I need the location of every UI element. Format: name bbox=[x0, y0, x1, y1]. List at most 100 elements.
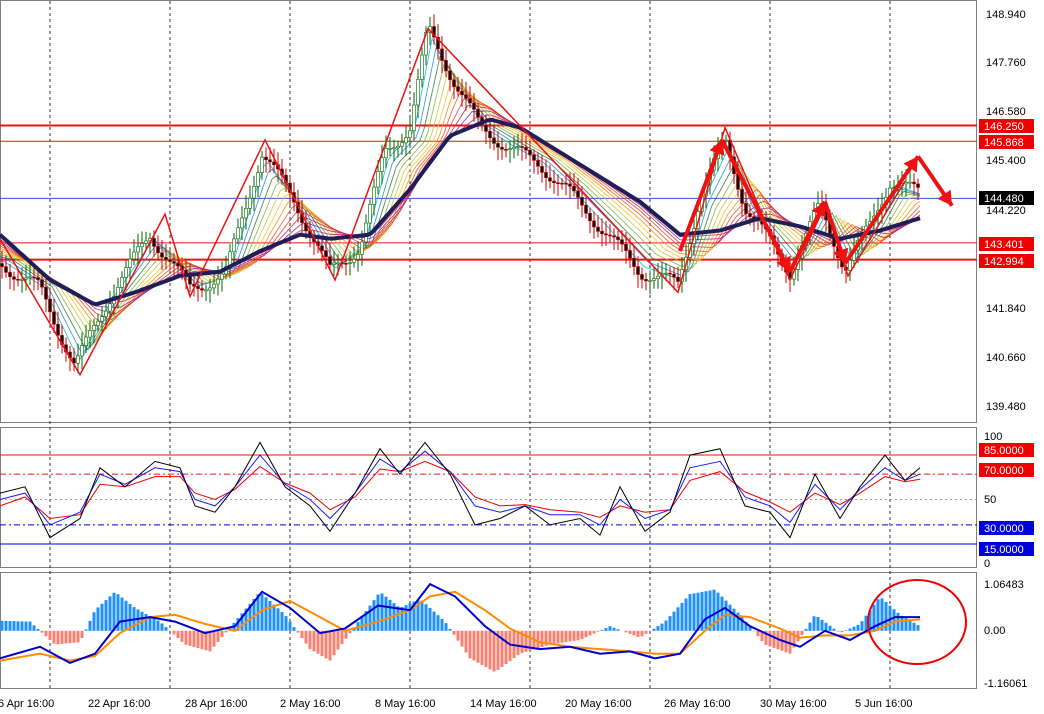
macd-hist-bar bbox=[808, 622, 812, 631]
macd-hist-bar bbox=[480, 630, 484, 665]
candle-body bbox=[440, 48, 444, 61]
macd-hist-bar bbox=[568, 630, 572, 642]
macd-hist-bar bbox=[560, 630, 564, 643]
macd-hist-bar bbox=[604, 628, 608, 631]
candle-body bbox=[560, 182, 564, 185]
macd-hist-bar bbox=[52, 630, 56, 644]
macd-hist-bar bbox=[892, 609, 896, 631]
candle-body bbox=[388, 148, 392, 150]
candle-body bbox=[352, 258, 356, 263]
macd-hist-bar bbox=[600, 629, 604, 631]
macd-hist-bar bbox=[508, 630, 512, 662]
candle-body bbox=[616, 236, 620, 240]
tag-resistance-top: 146.250 bbox=[984, 121, 1024, 133]
macd-hist-bar bbox=[880, 598, 884, 631]
candle-body bbox=[408, 130, 412, 138]
candle-body bbox=[380, 157, 384, 172]
candle-body bbox=[536, 160, 540, 167]
candle-body bbox=[24, 277, 28, 280]
macd-hist-bar bbox=[312, 630, 316, 652]
candle-body bbox=[572, 185, 576, 192]
candle-body bbox=[116, 287, 120, 297]
macd-hist-bar bbox=[336, 630, 340, 650]
macd-hist-bar bbox=[860, 621, 864, 631]
candle-body bbox=[52, 311, 56, 325]
macd-hist-bar bbox=[680, 602, 684, 631]
macd-hist-bar bbox=[400, 607, 404, 631]
macd-hist-bar bbox=[104, 600, 108, 631]
candle-body bbox=[444, 60, 448, 72]
time-tick: 26 May 16:00 bbox=[664, 698, 731, 710]
macd-hist-bar bbox=[524, 630, 528, 652]
candle-body bbox=[44, 286, 48, 300]
macd-hist-bar bbox=[572, 630, 576, 641]
macd-hist-bar bbox=[44, 630, 48, 637]
macd-hist-bar bbox=[824, 622, 828, 631]
macd-hist-bar bbox=[612, 627, 616, 631]
macd-hist-bar bbox=[484, 630, 488, 668]
macd-hist-bar bbox=[124, 600, 128, 631]
candle-body bbox=[612, 235, 616, 238]
candle-body bbox=[28, 276, 32, 279]
macd-hist-bar bbox=[452, 630, 456, 635]
macd-hist-bar bbox=[0, 620, 4, 631]
price-tick: 140.660 bbox=[986, 352, 1026, 364]
candle-body bbox=[448, 70, 452, 81]
time-tick: 20 May 16:00 bbox=[565, 698, 632, 710]
macd-hist-bar bbox=[320, 630, 324, 656]
candle-body bbox=[220, 273, 224, 280]
candle-body bbox=[580, 197, 584, 206]
candle-body bbox=[552, 180, 556, 184]
macd-hist-bar bbox=[188, 630, 192, 646]
macd-hist-bar bbox=[636, 630, 640, 637]
candle-body bbox=[264, 156, 268, 161]
candle-body bbox=[456, 86, 460, 92]
time-tick: 30 May 16:00 bbox=[760, 698, 827, 710]
stoch-tick: 100 bbox=[984, 431, 1002, 443]
macd-hist-bar bbox=[836, 630, 840, 632]
candle-body bbox=[20, 278, 24, 281]
candle-body bbox=[532, 154, 536, 161]
price-tick: 144.220 bbox=[986, 205, 1026, 217]
macd-hist-bar bbox=[500, 630, 504, 667]
stoch-level-tag: 15.0000 bbox=[984, 544, 1024, 556]
candle-body bbox=[544, 172, 548, 178]
candle-body bbox=[740, 189, 744, 204]
macd-axis: 1.06483 0.00 -1.16061 bbox=[984, 579, 1027, 690]
ma-fan-line bbox=[0, 84, 921, 332]
macd-hist-bar bbox=[424, 604, 428, 631]
candle-body bbox=[344, 262, 348, 265]
macd-hist-bar bbox=[844, 630, 848, 631]
macd-hist-bar bbox=[436, 615, 440, 631]
candle-body bbox=[132, 251, 136, 260]
macd-hist-bar bbox=[136, 609, 140, 631]
macd-hist-bar bbox=[300, 630, 304, 639]
macd-hist-bar bbox=[816, 617, 820, 631]
macd-hist-bar bbox=[616, 629, 620, 631]
candle-body bbox=[568, 183, 572, 187]
candle-body bbox=[576, 190, 580, 198]
candle-body bbox=[412, 104, 416, 132]
macd-hist-bar bbox=[192, 630, 196, 647]
candle-body bbox=[216, 278, 220, 285]
macd-hist-bar bbox=[448, 629, 452, 631]
macd-hist-bar bbox=[516, 630, 520, 656]
macd-hist-bar bbox=[772, 630, 776, 648]
macd-hist-bar bbox=[20, 621, 24, 631]
macd-hist-bar bbox=[224, 630, 228, 633]
macd-hist-bar bbox=[208, 630, 212, 652]
macd-hist-bar bbox=[752, 630, 756, 632]
macd-hist-bar bbox=[464, 630, 468, 653]
candle-body bbox=[328, 256, 332, 265]
trading-chart[interactable]: 148.940 147.760 146.580 145.400 144.220 … bbox=[0, 0, 1044, 714]
candle-body bbox=[640, 274, 644, 280]
macd-hist-bar bbox=[536, 630, 540, 649]
macd-hist-bar bbox=[640, 630, 644, 637]
candle-body bbox=[540, 166, 544, 173]
macd-hist-bar bbox=[328, 630, 332, 661]
macd-hist-bar bbox=[472, 630, 476, 661]
candle-body bbox=[404, 137, 408, 144]
price-tick: 139.480 bbox=[986, 401, 1026, 413]
macd-hist-bar bbox=[900, 615, 904, 631]
macd-hist-bar bbox=[460, 630, 464, 647]
